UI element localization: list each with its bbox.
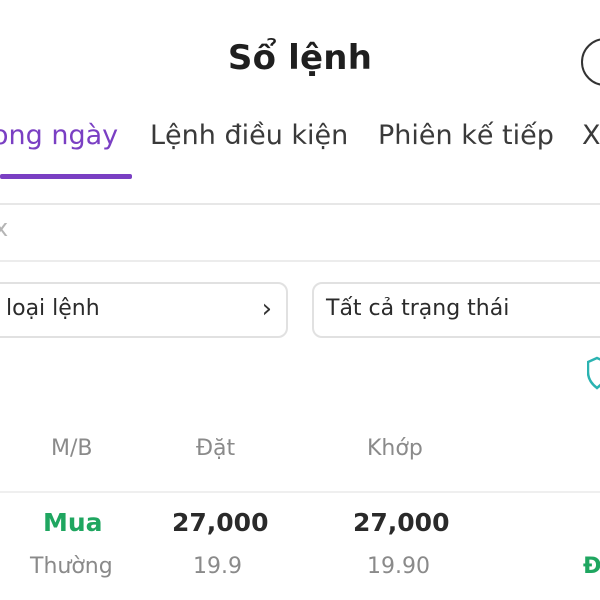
tab-lenh-dieu-kien[interactable]: Lệnh điều kiện xyxy=(150,120,348,151)
column-header-khop: Khớp xyxy=(367,436,423,461)
page-title: Sổ lệnh xyxy=(227,38,373,78)
table-row-divider xyxy=(0,491,600,493)
order-quantity: 27,000 xyxy=(172,508,269,537)
status-select[interactable]: Tất cả trạng thái xyxy=(312,282,600,338)
tab-bar: ong ngày Lệnh điều kiện Phiên kế tiếp X xyxy=(0,120,600,182)
status-text: Đ xyxy=(583,554,600,579)
search-clear-icon[interactable]: x xyxy=(0,214,8,242)
order-type-select[interactable]: loại lệnh › xyxy=(0,282,288,338)
order-price: 19.9 xyxy=(193,554,242,579)
column-header-dat: Đặt xyxy=(196,436,236,461)
tab-trong-ngay[interactable]: ong ngày xyxy=(0,120,118,151)
order-type-label: loại lệnh xyxy=(6,296,100,321)
tab-cut-off[interactable]: X xyxy=(582,120,600,151)
search-divider xyxy=(0,260,600,262)
side-label: Mua xyxy=(43,508,103,537)
shield-icon[interactable] xyxy=(587,356,600,390)
tab-phien-ke-tiep[interactable]: Phiên kế tiếp xyxy=(378,120,554,151)
active-tab-indicator xyxy=(0,174,132,179)
search-input[interactable] xyxy=(0,206,600,260)
matched-price: 19.90 xyxy=(367,554,430,579)
chevron-right-icon: › xyxy=(261,294,272,324)
matched-quantity: 27,000 xyxy=(353,508,450,537)
status-label: Tất cả trạng thái xyxy=(326,296,510,321)
side-type: Thường xyxy=(30,554,113,579)
column-header-mb: M/B xyxy=(51,436,93,461)
tabs-divider xyxy=(0,203,600,205)
